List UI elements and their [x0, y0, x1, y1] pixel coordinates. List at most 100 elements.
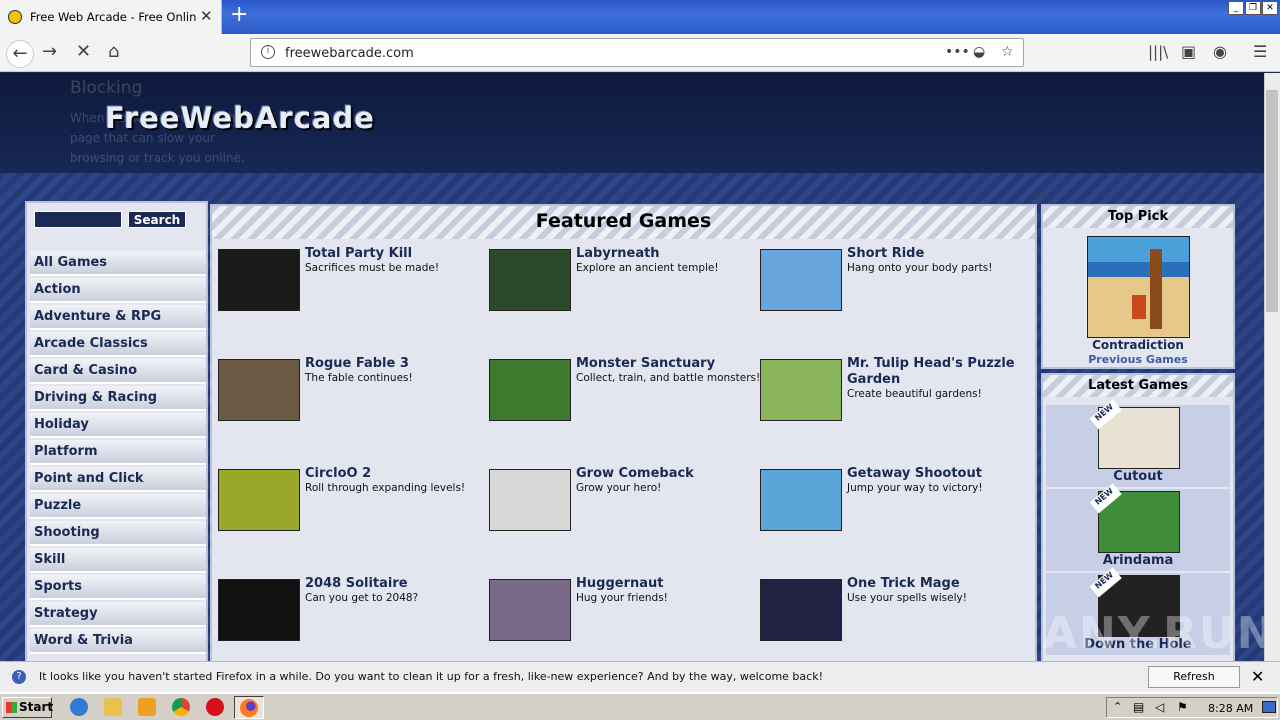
category-arcade-classics[interactable]: Arcade Classics: [30, 332, 206, 357]
top-pick-thumbnail[interactable]: [1087, 236, 1190, 338]
game-card-one-trick-mage[interactable]: One Trick Mage Use your spells wisely!: [760, 576, 1030, 661]
start-button[interactable]: Start: [2, 697, 53, 718]
tray-expand-icon[interactable]: ⌃: [1113, 700, 1122, 713]
clock[interactable]: 8:28 AM: [1208, 702, 1253, 715]
game-card-rogue-fable-3[interactable]: Rogue Fable 3 The fable continues!: [218, 356, 488, 449]
opera-icon[interactable]: [206, 698, 224, 716]
game-thumbnail[interactable]: [760, 359, 842, 421]
back-icon[interactable]: ←: [6, 40, 34, 68]
forward-icon[interactable]: →: [42, 42, 57, 62]
category-adventure-rpg[interactable]: Adventure & RPG: [30, 305, 206, 330]
category-point-and-click[interactable]: Point and Click: [30, 467, 206, 492]
flag-icon[interactable]: ⚑: [1177, 700, 1188, 714]
library-icon[interactable]: |||\: [1148, 42, 1168, 62]
game-title[interactable]: CircloO 2: [305, 466, 495, 482]
search-button[interactable]: Search: [128, 211, 186, 228]
game-card-circloo-2[interactable]: CircloO 2 Roll through expanding levels!: [218, 466, 488, 559]
game-thumbnail[interactable]: [760, 469, 842, 531]
game-title[interactable]: Total Party Kill: [305, 246, 495, 262]
game-card-mr-tulip-head-s-puzzle-garden[interactable]: Mr. Tulip Head's Puzzle Garden Create bea…: [760, 356, 1030, 449]
scrollbar-thumb[interactable]: [1266, 90, 1278, 312]
latest-game-thumbnail[interactable]: NEW: [1089, 399, 1180, 469]
ie-icon[interactable]: [70, 698, 88, 716]
game-card-total-party-kill[interactable]: Total Party Kill Sacrifices must be made!: [218, 246, 488, 339]
site-info-icon[interactable]: i: [261, 45, 275, 59]
game-title[interactable]: Rogue Fable 3: [305, 356, 495, 372]
category-skill[interactable]: Skill: [30, 548, 206, 573]
game-title[interactable]: Labyrneath: [576, 246, 766, 262]
search-input[interactable]: [34, 211, 122, 228]
game-title[interactable]: Grow Comeback: [576, 466, 766, 482]
close-notification-icon[interactable]: ✕: [1251, 667, 1264, 686]
game-card-huggernaut[interactable]: Huggernaut Hug your friends!: [489, 576, 759, 661]
category-all-games[interactable]: All Games: [30, 251, 206, 276]
account-icon[interactable]: ◉: [1213, 42, 1227, 62]
game-card-2048-solitaire[interactable]: 2048 Solitaire Can you get to 2048?: [218, 576, 488, 661]
category-card-casino[interactable]: Card & Casino: [30, 359, 206, 384]
show-desktop-icon[interactable]: [1262, 701, 1276, 713]
category-puzzle[interactable]: Puzzle: [30, 494, 206, 519]
game-card-labyrneath[interactable]: Labyrneath Explore an ancient temple!: [489, 246, 759, 339]
game-thumbnail[interactable]: [489, 579, 571, 641]
latest-game-thumbnail[interactable]: NEW: [1089, 483, 1180, 553]
category-strategy[interactable]: Strategy: [30, 602, 206, 627]
restore-button[interactable]: ❐: [1245, 1, 1261, 15]
top-pick-name[interactable]: Contradiction: [1043, 338, 1233, 352]
url-text[interactable]: freewebarcade.com: [285, 46, 414, 61]
game-title[interactable]: Monster Sanctuary: [576, 356, 766, 372]
category-sports[interactable]: Sports: [30, 575, 206, 600]
latest-game-cutout[interactable]: NEW Cutout: [1046, 399, 1230, 487]
stop-icon[interactable]: ✕: [76, 42, 91, 62]
firefox-taskbar-button[interactable]: [234, 696, 264, 719]
game-thumbnail[interactable]: [489, 249, 571, 311]
category-shooting[interactable]: Shooting: [30, 521, 206, 546]
game-thumbnail[interactable]: [218, 469, 300, 531]
refresh-firefox-button[interactable]: Refresh Firefox…: [1148, 666, 1240, 703]
game-title[interactable]: Huggernaut: [576, 576, 766, 592]
latest-game-title[interactable]: Arindama: [1046, 553, 1230, 568]
category-word-trivia[interactable]: Word & Trivia: [30, 629, 206, 654]
chrome-icon[interactable]: [172, 698, 190, 716]
category-action[interactable]: Action: [30, 278, 206, 303]
media-player-icon[interactable]: [138, 698, 156, 716]
new-tab-button[interactable]: +: [230, 4, 248, 26]
site-logo[interactable]: FreeWebArcade: [105, 101, 375, 135]
game-thumbnail[interactable]: [760, 579, 842, 641]
bookmark-star-icon[interactable]: ☆: [1001, 44, 1014, 60]
volume-icon[interactable]: ◁: [1155, 700, 1164, 714]
close-tab-icon[interactable]: ✕: [200, 7, 213, 25]
game-thumbnail[interactable]: [760, 249, 842, 311]
pocket-icon[interactable]: ◒: [973, 44, 985, 60]
latest-game-title[interactable]: Cutout: [1046, 469, 1230, 484]
game-card-getaway-shootout[interactable]: Getaway Shootout Jump your way to victory…: [760, 466, 1030, 559]
game-thumbnail[interactable]: [218, 249, 300, 311]
latest-game-arindama[interactable]: NEW Arindama: [1046, 483, 1230, 571]
category-platform[interactable]: Platform: [30, 440, 206, 465]
game-title[interactable]: One Trick Mage: [847, 576, 1037, 592]
game-card-short-ride[interactable]: Short Ride Hang onto your body parts!: [760, 246, 1030, 339]
close-window-button[interactable]: ✕: [1262, 1, 1278, 15]
browser-tab[interactable]: Free Web Arcade - Free Online Ga ✕: [0, 0, 222, 34]
game-title[interactable]: Getaway Shootout: [847, 466, 1037, 482]
game-thumbnail[interactable]: [489, 469, 571, 531]
game-title[interactable]: 2048 Solitaire: [305, 576, 495, 592]
category-holiday[interactable]: Holiday: [30, 413, 206, 438]
page-actions-icon[interactable]: •••: [945, 44, 970, 60]
game-title[interactable]: Mr. Tulip Head's Puzzle Garden: [847, 356, 1037, 388]
soldier-sprite: [1132, 295, 1146, 319]
menu-icon[interactable]: ☰: [1253, 42, 1267, 62]
game-thumbnail[interactable]: [218, 359, 300, 421]
game-thumbnail[interactable]: [218, 579, 300, 641]
game-thumbnail[interactable]: [489, 359, 571, 421]
folder-icon[interactable]: [104, 698, 122, 716]
previous-games-link[interactable]: Previous Games: [1043, 353, 1233, 366]
minimize-button[interactable]: _: [1228, 1, 1244, 15]
game-card-monster-sanctuary[interactable]: Monster Sanctuary Collect, train, and bat…: [489, 356, 760, 449]
sidebar-icon[interactable]: ▣: [1181, 42, 1196, 62]
home-icon[interactable]: ⌂: [108, 42, 119, 62]
game-card-grow-comeback[interactable]: Grow Comeback Grow your hero!: [489, 466, 759, 559]
game-title[interactable]: Short Ride: [847, 246, 1037, 262]
category-driving-racing[interactable]: Driving & Racing: [30, 386, 206, 411]
network-icon[interactable]: ▤: [1133, 700, 1144, 714]
address-bar[interactable]: i freewebarcade.com ••• ◒ ☆: [250, 38, 1024, 67]
